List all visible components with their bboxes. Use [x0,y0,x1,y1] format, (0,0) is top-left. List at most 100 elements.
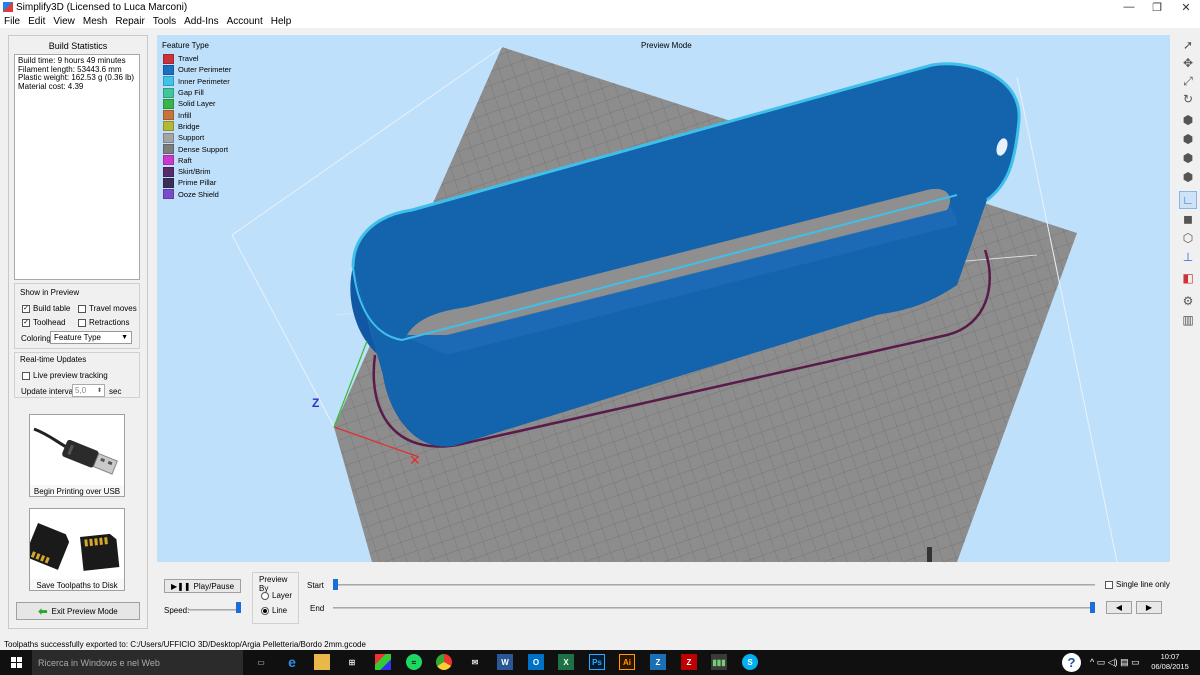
cross-section-icon[interactable]: ◧ [1179,269,1197,287]
toolhead-checkbox[interactable]: ✓ Toolhead [22,318,65,327]
outlook-icon[interactable]: O [528,654,544,670]
speed-slider-thumb[interactable] [236,602,241,613]
app-icon[interactable]: ✉ [467,654,483,670]
legend-swatch [163,121,174,132]
speed-slider[interactable] [188,609,241,611]
rotate-icon[interactable]: ↻ [1179,90,1197,108]
system-tray-icons[interactable]: ^ ▭ ◁) ▤ ▭ [1090,650,1140,675]
photoshop-icon[interactable]: Ps [589,654,605,670]
coloring-select[interactable]: Feature Type ▼ [50,331,132,344]
task-view-icon[interactable]: ▭ [253,654,269,670]
save-toolpaths-disk-button[interactable]: Save Toolpaths to Disk [29,508,125,591]
spotify-icon[interactable]: ≈ [406,654,422,670]
scene-3d: ✕ Z [231,46,1118,562]
help-icon[interactable]: ? [1062,650,1081,675]
begin-printing-usb-button[interactable]: Begin Printing over USB [29,414,125,497]
x-axis-icon: ✕ [409,452,421,468]
axes-icon[interactable]: ∟ [1179,191,1197,209]
coloring-label: Coloring [21,334,51,343]
end-label: End [310,604,325,613]
store-icon[interactable]: ⊞ [344,654,360,670]
feature-type-legend: Travel Outer Perimeter Inner Perimeter G… [163,53,231,200]
menu-add-ins[interactable]: Add-Ins [180,16,222,27]
z-icon[interactable]: Z [650,654,666,670]
exit-preview-mode-button[interactable]: ⬅ Exit Preview Mode [16,602,140,620]
checkbox-unchecked-icon [78,304,86,313]
start-slider-thumb[interactable] [333,579,338,590]
start-button[interactable] [0,650,32,675]
live-preview-checkbox[interactable]: Live preview tracking [22,371,108,380]
legend-item: Dense Support [163,143,231,155]
retractions-checkbox[interactable]: Retractions [78,318,129,327]
preview-by-layer-radio[interactable]: Layer [261,591,292,600]
checkbox-unchecked-icon [22,371,30,380]
solid-view-icon[interactable]: ◼ [1179,210,1197,228]
play-pause-button[interactable]: ▶❚❚ Play/Pause [164,579,241,593]
view-side-icon[interactable]: ⬢ [1179,149,1197,167]
move-icon[interactable]: ✥ [1179,54,1197,72]
update-interval-spinner[interactable]: 5,0 ⬍ [72,384,105,397]
legend-item: Skirt/Brim [163,166,231,177]
menu-help[interactable]: Help [267,16,296,27]
disk-button-label: Save Toolpaths to Disk [36,581,118,590]
preview-by-line-radio[interactable]: Line [261,606,287,615]
layer-icon[interactable]: ⊥ [1179,248,1197,266]
delete-icon[interactable]: ▥ [1179,311,1197,329]
wireframe-icon[interactable]: ⬡ [1179,229,1197,247]
left-panel: Build Statistics Build time: 9 hours 49 … [8,35,148,629]
spinner-arrows-icon: ⬍ [96,388,102,394]
start-slider[interactable] [333,584,1095,586]
view-front-icon[interactable]: ⬢ [1179,130,1197,148]
legend-item: Ooze Shield [163,189,231,200]
single-line-only-checkbox[interactable]: Single line only [1105,580,1170,589]
preview-by-group: Preview By Layer Line [252,572,299,624]
legend-item: Prime Pillar [163,177,231,188]
step-back-button[interactable]: ◀ [1106,601,1132,614]
speed-label: Speed: [164,606,190,615]
minimize-button[interactable]: — [1114,0,1144,14]
view-top-icon[interactable]: ⬢ [1179,168,1197,186]
excel-icon[interactable]: X [558,654,574,670]
preview-viewport[interactable]: ✕ Z Feature Type Travel Outer Perimeter … [157,35,1170,562]
legend-item: Gap Fill [163,87,231,98]
taskbar-clock[interactable]: 10:07 06/08/2015 [1150,652,1190,672]
skype-icon[interactable]: S [742,654,758,670]
build-table-checkbox[interactable]: ✓ Build table [22,304,70,313]
illustrator-icon[interactable]: Ai [619,654,635,670]
play-pause-icon: ▶❚❚ [170,581,191,591]
menu-view[interactable]: View [49,16,79,27]
select-icon[interactable]: ➚ [1179,36,1197,54]
scale-icon[interactable]: ⤢ [1179,72,1197,90]
settings-icon[interactable]: ⚙ [1179,292,1197,310]
build-statistics-box: Build time: 9 hours 49 minutes Filament … [14,54,140,280]
filezilla-icon[interactable]: Z [681,654,697,670]
legend-swatch [163,87,174,98]
menu-edit[interactable]: Edit [24,16,49,27]
menu-mesh[interactable]: Mesh [79,16,111,27]
legend-swatch [163,166,174,177]
edge-icon[interactable]: e [284,654,300,670]
chrome-icon[interactable] [436,654,452,670]
maximize-button[interactable]: ❐ [1142,0,1172,14]
simplify3d-icon[interactable]: ▮▮▮ [711,654,727,670]
radio-selected-icon [261,606,269,615]
step-forward-button[interactable]: ▶ [1136,601,1162,614]
menu-account[interactable]: Account [223,16,267,27]
right-toolbar: ➚ ✥ ⤢ ↻ ⬢ ⬢ ⬢ ⬢ ∟ ◼ ⬡ ⊥ ◧ ⚙ ▥ [1176,35,1200,327]
menu-tools[interactable]: Tools [149,16,180,27]
end-slider[interactable] [333,607,1095,609]
taskbar-search-input[interactable]: Ricerca in Windows e nel Web [32,650,243,675]
menu-repair[interactable]: Repair [111,16,148,27]
word-icon[interactable]: W [497,654,513,670]
usb-cable-image [30,415,124,485]
close-button[interactable]: ✕ [1171,0,1200,14]
menu-file[interactable]: File [0,16,24,27]
end-slider-thumb[interactable] [1090,602,1095,613]
legend-swatch [163,64,174,75]
realtime-updates-title: Real-time Updates [20,355,87,364]
z-axis-icon: Z [312,396,319,410]
photos-icon[interactable] [375,654,391,670]
travel-moves-checkbox[interactable]: Travel moves [78,304,137,313]
view-default-icon[interactable]: ⬢ [1179,111,1197,129]
explorer-icon[interactable] [314,654,330,670]
